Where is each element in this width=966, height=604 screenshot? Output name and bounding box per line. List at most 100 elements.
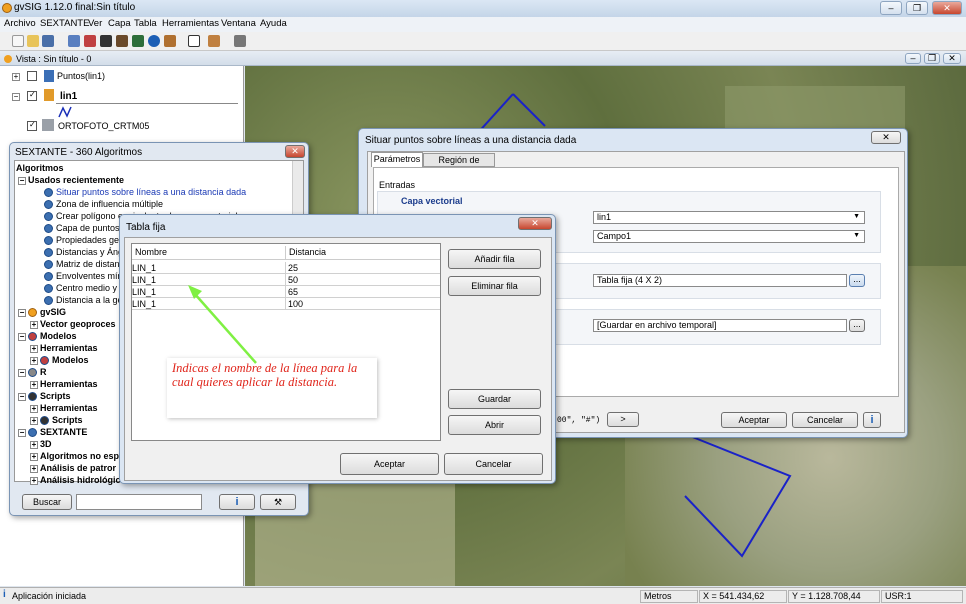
info-button[interactable]: i xyxy=(219,494,255,510)
minimize-button[interactable]: – xyxy=(880,1,902,15)
expand-toggle[interactable]: + xyxy=(12,73,20,81)
table-cell[interactable]: LIN_1 xyxy=(132,262,286,274)
open-folder-icon[interactable] xyxy=(27,35,39,47)
menu-sextante[interactable]: SEXTANTE xyxy=(40,18,89,29)
view-restore-button[interactable]: ❐ xyxy=(924,53,940,64)
tree-models-sub[interactable]: + Modelos xyxy=(30,355,89,366)
algorithm-icon xyxy=(44,236,53,246)
tree-item-recent[interactable]: Distancia a la ge xyxy=(44,295,123,306)
view-close-button[interactable]: ✕ xyxy=(943,53,961,64)
layer-name[interactable]: Puntos(lin1) xyxy=(57,71,105,81)
column-header-nombre[interactable]: Nombre xyxy=(132,246,286,260)
tree-3d[interactable]: +3D xyxy=(30,439,52,449)
help-button[interactable]: i xyxy=(863,412,881,428)
results-icon[interactable] xyxy=(132,35,144,47)
tree-models[interactable]: − Modelos xyxy=(18,331,77,342)
layer-select[interactable]: lin1 xyxy=(593,211,865,224)
tree-sextante[interactable]: − SEXTANTE xyxy=(18,427,87,438)
tree-root[interactable]: Algoritmos xyxy=(16,163,64,173)
menu-capa[interactable]: Capa xyxy=(108,18,131,29)
menu-ver[interactable]: Ver xyxy=(88,18,102,29)
tree-recent[interactable]: − Usados recientemente xyxy=(18,175,124,185)
help-icon[interactable] xyxy=(148,35,160,47)
tree-models-tools[interactable]: + Herramientas xyxy=(30,343,98,353)
tree-scripts-sub[interactable]: + Scripts xyxy=(30,415,83,426)
tree-item-recent[interactable]: Envolventes mín xyxy=(44,271,123,282)
cancel-button[interactable]: Cancelar xyxy=(792,412,858,428)
search-input[interactable] xyxy=(76,494,202,510)
tools-icon[interactable] xyxy=(164,35,176,47)
menu-ayuda[interactable]: Ayuda xyxy=(260,18,287,29)
command-line-icon[interactable] xyxy=(100,35,112,47)
table-cell[interactable]: 25 xyxy=(286,262,440,274)
fixed-table-field[interactable]: Tabla fija (4 X 2) xyxy=(593,274,847,287)
tree-item-recent[interactable]: Distancias y Áng xyxy=(44,247,123,258)
menu-herramientas[interactable]: Herramientas xyxy=(162,18,219,29)
output-file-field[interactable]: [Guardar en archivo temporal] xyxy=(593,319,847,332)
accept-button[interactable]: Aceptar xyxy=(721,412,787,428)
open-table-button[interactable]: Abrir xyxy=(448,415,541,435)
restore-button[interactable]: ❐ xyxy=(906,1,928,15)
tree-analisis-hidrologico[interactable]: + Análisis hidrológic xyxy=(30,475,121,485)
tree-item-recent[interactable]: Centro medio y d xyxy=(44,283,125,294)
view-minimize-button[interactable]: – xyxy=(905,53,921,64)
next-button[interactable]: > xyxy=(607,412,639,427)
tree-algoritmos-no-esp[interactable]: + Algoritmos no esp xyxy=(30,451,119,461)
sextante-toolbox-icon[interactable] xyxy=(68,35,80,47)
output-browse-button[interactable]: ... xyxy=(849,319,865,332)
modeler-icon[interactable] xyxy=(84,35,96,47)
tree-item-recent[interactable]: Situar puntos sobre líneas a una distanc… xyxy=(44,187,246,198)
table-cancel-button[interactable]: Cancelar xyxy=(444,453,543,475)
menu-ventana[interactable]: Ventana xyxy=(221,18,256,29)
table-accept-button[interactable]: Aceptar xyxy=(340,453,439,475)
add-row-button[interactable]: Añadir fila xyxy=(448,249,541,269)
remove-row-button[interactable]: Eliminar fila xyxy=(448,276,541,296)
grid-icon[interactable] xyxy=(188,35,200,47)
table-browse-button[interactable]: ... xyxy=(849,274,865,287)
new-file-icon[interactable] xyxy=(12,35,24,47)
tree-item-recent[interactable]: Propiedades geo xyxy=(44,235,124,246)
settings-icon[interactable] xyxy=(234,35,246,47)
save-icon[interactable] xyxy=(42,35,54,47)
algorithm-icon xyxy=(44,272,53,282)
tree-r[interactable]: − R xyxy=(18,367,47,378)
expand-toggle[interactable]: − xyxy=(12,93,20,101)
tree-scripts-tools[interactable]: + Herramientas xyxy=(30,403,98,413)
layer-checkbox[interactable] xyxy=(27,71,37,81)
menu-archivo[interactable]: Archivo xyxy=(4,18,36,29)
sextante-icon xyxy=(28,428,37,438)
tree-scripts[interactable]: − Scripts xyxy=(18,391,71,402)
layer-name[interactable]: ORTOFOTO_CRTM05 xyxy=(58,121,149,131)
view-icon xyxy=(4,55,12,63)
tree-item-recent[interactable]: Zona de influencia múltiple xyxy=(44,199,163,210)
table-cell[interactable]: 65 xyxy=(286,286,440,298)
field-select[interactable]: Campo1 xyxy=(593,230,865,243)
layer-checkbox[interactable]: ✓ xyxy=(27,90,37,101)
tab-parametros[interactable]: Parámetros xyxy=(371,152,423,167)
tree-analisis-patrones[interactable]: + Análisis de patror xyxy=(30,463,116,473)
close-button[interactable]: ✕ xyxy=(932,1,962,15)
history-icon[interactable] xyxy=(116,35,128,47)
algorithm-icon xyxy=(44,212,53,222)
tree-r-tools[interactable]: + Herramientas xyxy=(30,379,98,389)
layer-name[interactable]: lin1 xyxy=(60,91,77,102)
tab-region-analisis[interactable]: Región de análisis xyxy=(423,153,495,177)
dialog-close-button[interactable]: ✕ xyxy=(871,131,901,144)
gvsig-app-icon xyxy=(2,3,12,13)
save-table-button[interactable]: Guardar xyxy=(448,389,541,409)
tree-item-recent[interactable]: Matriz de distanc xyxy=(44,259,124,270)
menu-tabla[interactable]: Tabla xyxy=(134,18,157,29)
table-cell[interactable]: 50 xyxy=(286,274,440,286)
settings-button[interactable]: ⚒ xyxy=(260,494,296,510)
table-cell[interactable]: 100 xyxy=(286,298,440,310)
search-button[interactable]: Buscar xyxy=(22,494,72,510)
hammer-icon[interactable] xyxy=(208,35,220,47)
toolbox-close-button[interactable]: ✕ xyxy=(285,145,305,158)
table-dialog-close-button[interactable]: ✕ xyxy=(518,217,552,230)
layer-checkbox[interactable]: ✓ xyxy=(27,120,37,131)
tree-vector-geoprocess[interactable]: + Vector geoproces xyxy=(30,319,116,329)
tree-gvsig[interactable]: − gvSIG xyxy=(18,307,66,318)
tree-item-recent[interactable]: Capa de puntos xyxy=(44,223,120,234)
toolbox-title: SEXTANTE - 360 Algoritmos xyxy=(15,147,143,158)
column-header-distancia[interactable]: Distancia xyxy=(286,246,440,260)
